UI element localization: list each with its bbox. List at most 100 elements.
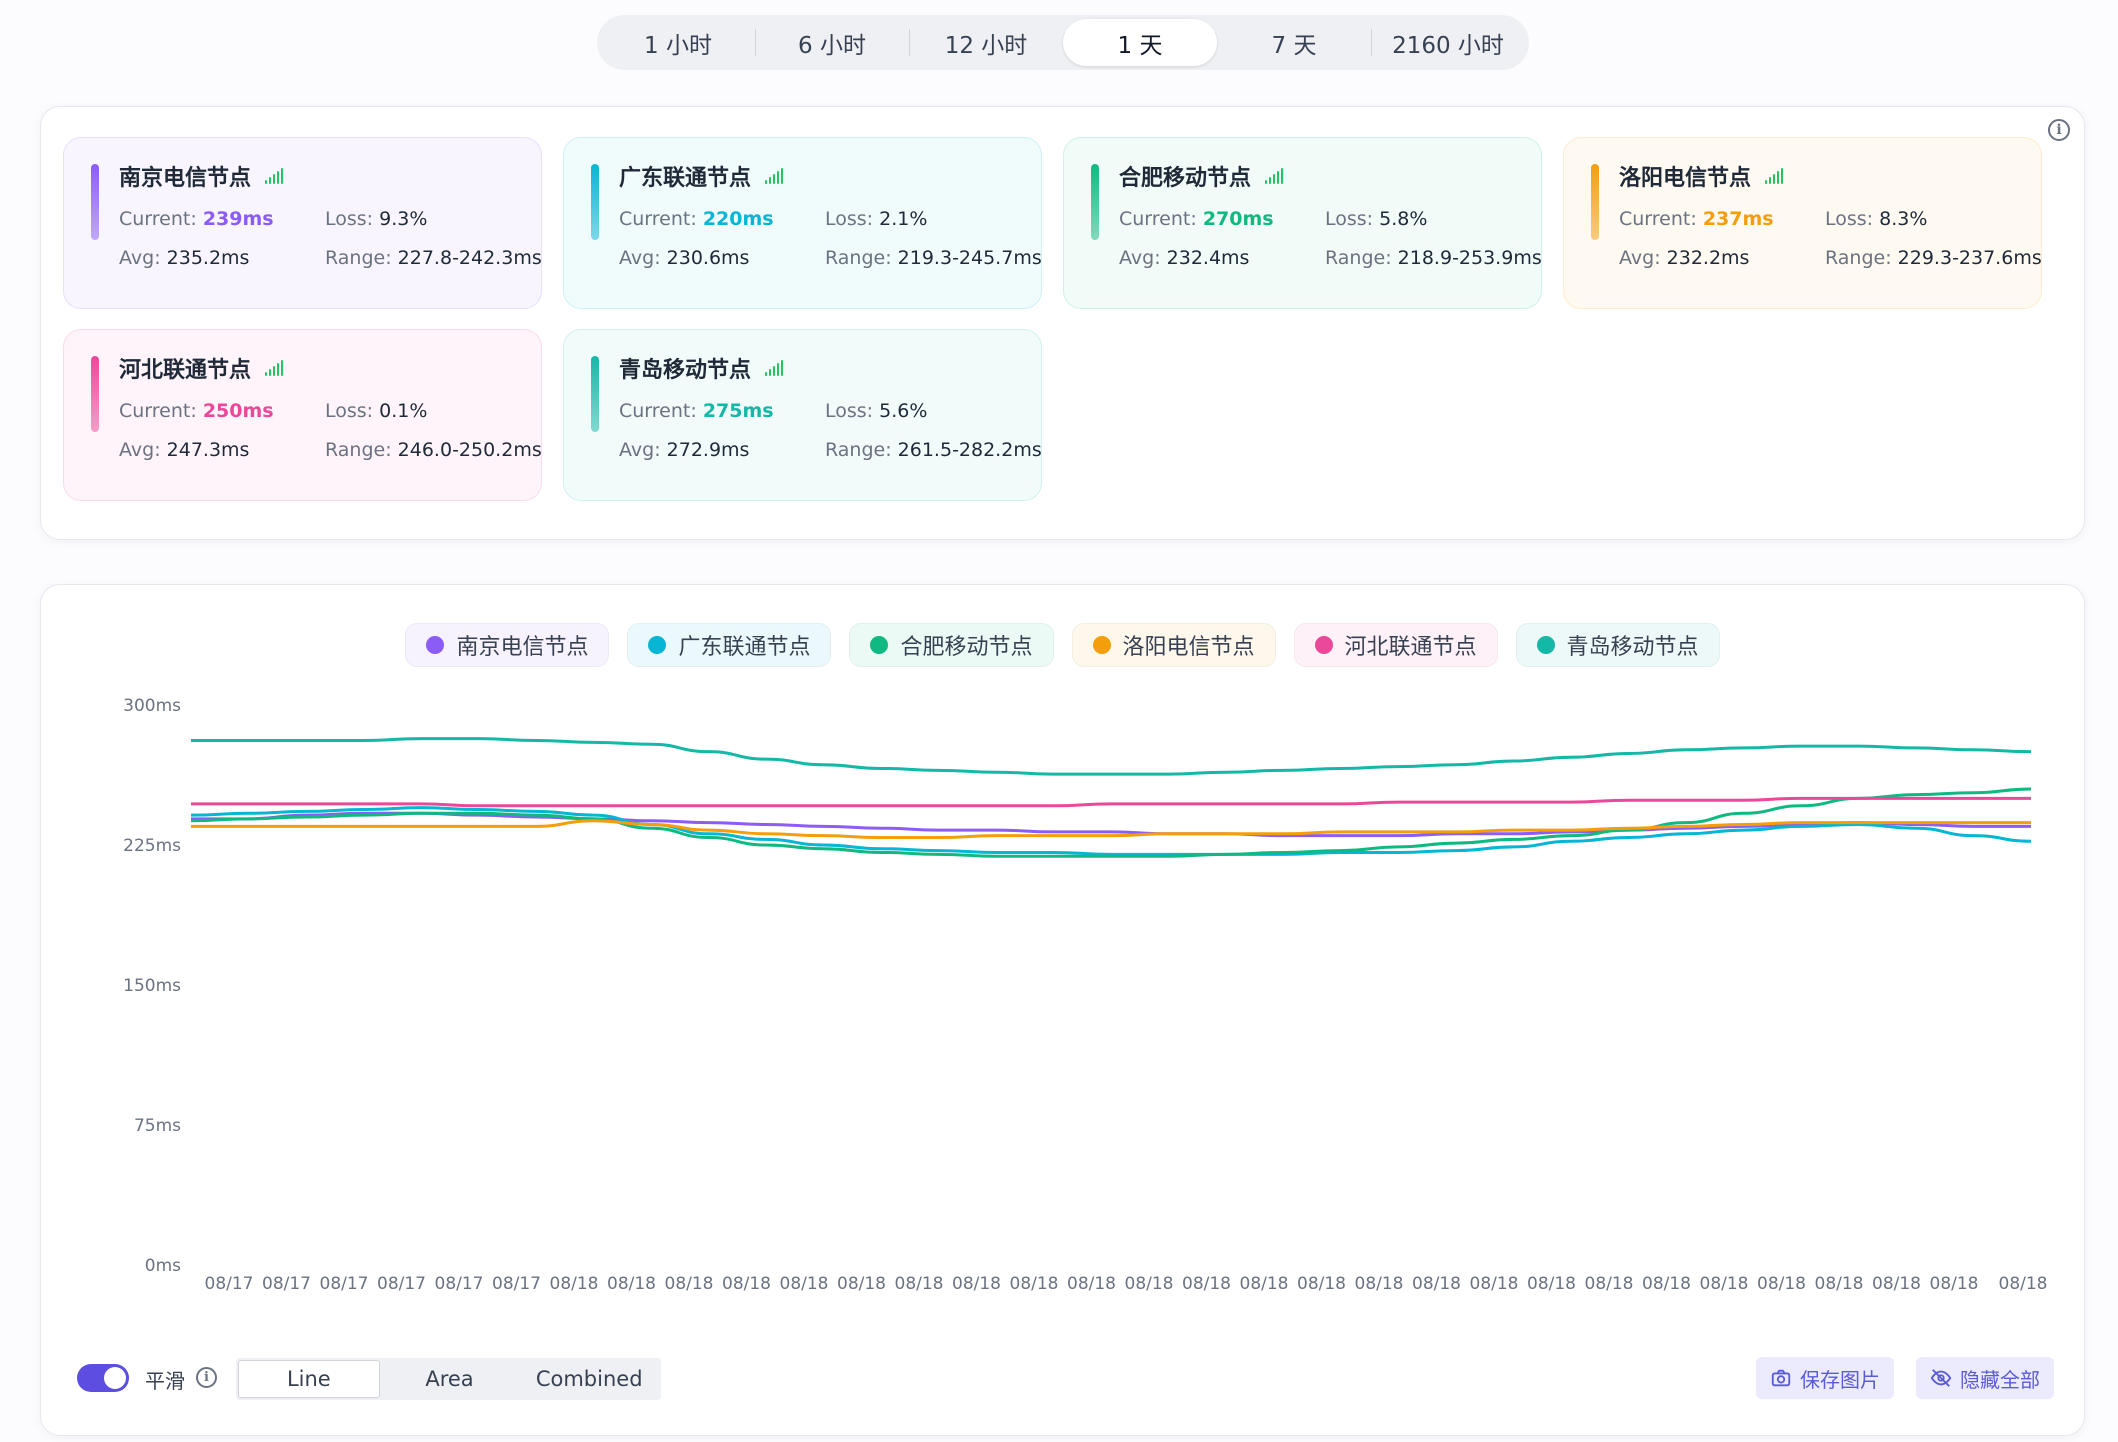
- y-tick-label: 75ms: [134, 1116, 181, 1136]
- node-card: 青岛移动节点 Current: 275ms Loss: 5.6% Avg: 272.9…: [563, 329, 1042, 501]
- smooth-info-icon[interactable]: i: [196, 1367, 217, 1388]
- x-tick-label: 08/17: [262, 1274, 311, 1294]
- avg-value: 272.9ms: [666, 439, 750, 461]
- avg-label: Avg:: [1619, 247, 1661, 269]
- chart-toolbar: 平滑 i Line Area Combined 保存图片 隐藏全部: [77, 1355, 2054, 1400]
- loss-label: Loss:: [325, 208, 374, 230]
- node-name: 河北联通节点: [119, 352, 284, 384]
- loss-label: Loss:: [825, 400, 874, 422]
- range-12-hours[interactable]: 12 小时: [909, 19, 1063, 66]
- x-tick-label: 08/18: [1999, 1274, 2048, 1294]
- avg-label: Avg:: [119, 439, 161, 461]
- node-name-text: 合肥移动节点: [1119, 166, 1252, 191]
- range-1-day[interactable]: 1 天: [1063, 19, 1217, 66]
- range-stat: Range: 261.5-282.2ms: [825, 439, 1042, 461]
- x-tick-label: 08/18: [550, 1274, 599, 1294]
- loss-label: Loss:: [825, 208, 874, 230]
- loss-value: 8.3%: [1879, 208, 1928, 230]
- avg-value: 247.3ms: [166, 439, 250, 461]
- x-tick-label: 08/18: [1297, 1274, 1346, 1294]
- range-label: Range:: [1825, 247, 1892, 269]
- node-accent-bar: [591, 164, 599, 240]
- mode-combined-button[interactable]: Combined: [519, 1360, 659, 1398]
- range-1-hour[interactable]: 1 小时: [601, 19, 755, 66]
- range-value: 219.3-245.7ms: [897, 247, 1042, 269]
- current-stat: Current: 239ms: [119, 208, 274, 230]
- range-label: Range:: [1325, 247, 1392, 269]
- y-tick-label: 0ms: [145, 1256, 181, 1276]
- range-value: 229.3-237.6ms: [1897, 247, 2042, 269]
- hide-all-label: 隐藏全部: [1960, 1367, 2040, 1392]
- loss-stat: Loss: 0.1%: [325, 400, 427, 422]
- node-name: 青岛移动节点: [619, 352, 784, 384]
- node-name: 合肥移动节点: [1119, 160, 1284, 192]
- range-2160-hours[interactable]: 2160 小时: [1371, 19, 1525, 66]
- node-card: 洛阳电信节点 Current: 237ms Loss: 8.3% Avg: 232.2…: [1563, 137, 2042, 309]
- node-name: 洛阳电信节点: [1619, 160, 1784, 192]
- current-value: 220ms: [702, 208, 774, 230]
- current-value: 275ms: [702, 400, 774, 422]
- mode-line-button[interactable]: Line: [238, 1360, 380, 1398]
- x-tick-label: 08/18: [895, 1274, 944, 1294]
- series-line-6[interactable]: [190, 737, 2032, 776]
- range-stat: Range: 229.3-237.6ms: [1825, 247, 2042, 269]
- signal-icon: [1765, 168, 1784, 184]
- x-tick-label: 08/17: [320, 1274, 369, 1294]
- node-card: 河北联通节点 Current: 250ms Loss: 0.1% Avg: 247.3…: [63, 329, 542, 501]
- latency-line-chart: 300ms 225ms 150ms 75ms 0ms 08/17 08/17 08/17 08/…: [123, 696, 2048, 1294]
- chart-mode-group: Line Area Combined: [236, 1358, 661, 1400]
- range-label: Range:: [325, 247, 392, 269]
- hide-all-button[interactable]: 隐藏全部: [1916, 1357, 2054, 1399]
- node-card: 广东联通节点 Current: 220ms Loss: 2.1% Avg: 230.6…: [563, 137, 1042, 309]
- current-label: Current:: [619, 400, 697, 422]
- loss-value: 5.6%: [879, 400, 928, 422]
- x-tick-label: 08/18: [1010, 1274, 1059, 1294]
- signal-icon: [765, 168, 784, 184]
- mode-area-button[interactable]: Area: [380, 1360, 520, 1398]
- node-name-text: 广东联通节点: [619, 166, 752, 191]
- node-name-text: 南京电信节点: [119, 166, 252, 191]
- avg-value: 232.4ms: [1166, 247, 1250, 269]
- x-tick-label: 08/18: [607, 1274, 656, 1294]
- x-tick-label: 08/18: [1240, 1274, 1289, 1294]
- range-value: 227.8-242.3ms: [397, 247, 542, 269]
- loss-stat: Loss: 2.1%: [825, 208, 927, 230]
- x-tick-label: 08/18: [952, 1274, 1001, 1294]
- x-tick-label: 08/17: [205, 1274, 254, 1294]
- current-label: Current:: [619, 208, 697, 230]
- x-tick-label: 08/18: [1470, 1274, 1519, 1294]
- node-accent-bar: [1091, 164, 1099, 240]
- range-label: Range:: [825, 247, 892, 269]
- current-stat: Current: 275ms: [619, 400, 774, 422]
- avg-value: 230.6ms: [666, 247, 750, 269]
- signal-icon: [265, 360, 284, 376]
- x-tick-label: 08/18: [1412, 1274, 1461, 1294]
- range-6-hours[interactable]: 6 小时: [755, 19, 909, 66]
- info-icon[interactable]: i: [2048, 119, 2070, 141]
- current-stat: Current: 270ms: [1119, 208, 1274, 230]
- avg-stat: Avg: 272.9ms: [619, 439, 749, 461]
- x-tick-label: 08/18: [1182, 1274, 1231, 1294]
- smooth-label: 平滑: [145, 1369, 185, 1393]
- smooth-toggle[interactable]: [77, 1364, 129, 1392]
- range-stat: Range: 227.8-242.3ms: [325, 247, 542, 269]
- avg-stat: Avg: 235.2ms: [119, 247, 249, 269]
- current-value: 250ms: [202, 400, 274, 422]
- loss-stat: Loss: 9.3%: [325, 208, 427, 230]
- node-card: 合肥移动节点 Current: 270ms Loss: 5.8% Avg: 232.4…: [1063, 137, 1542, 309]
- x-tick-label: 08/17: [377, 1274, 426, 1294]
- node-accent-bar: [591, 356, 599, 432]
- avg-value: 235.2ms: [166, 247, 250, 269]
- x-tick-label: 08/18: [1757, 1274, 1806, 1294]
- loss-value: 9.3%: [379, 208, 428, 230]
- range-stat: Range: 246.0-250.2ms: [325, 439, 542, 461]
- series-line-5[interactable]: [191, 796, 2031, 808]
- node-accent-bar: [91, 164, 99, 240]
- avg-label: Avg:: [619, 247, 661, 269]
- avg-stat: Avg: 230.6ms: [619, 247, 749, 269]
- save-image-button[interactable]: 保存图片: [1756, 1357, 1894, 1399]
- node-name-text: 洛阳电信节点: [1619, 166, 1752, 191]
- x-tick-label: 08/18: [1815, 1274, 1864, 1294]
- range-7-days[interactable]: 7 天: [1217, 19, 1371, 66]
- x-tick-label: 08/18: [1700, 1274, 1749, 1294]
